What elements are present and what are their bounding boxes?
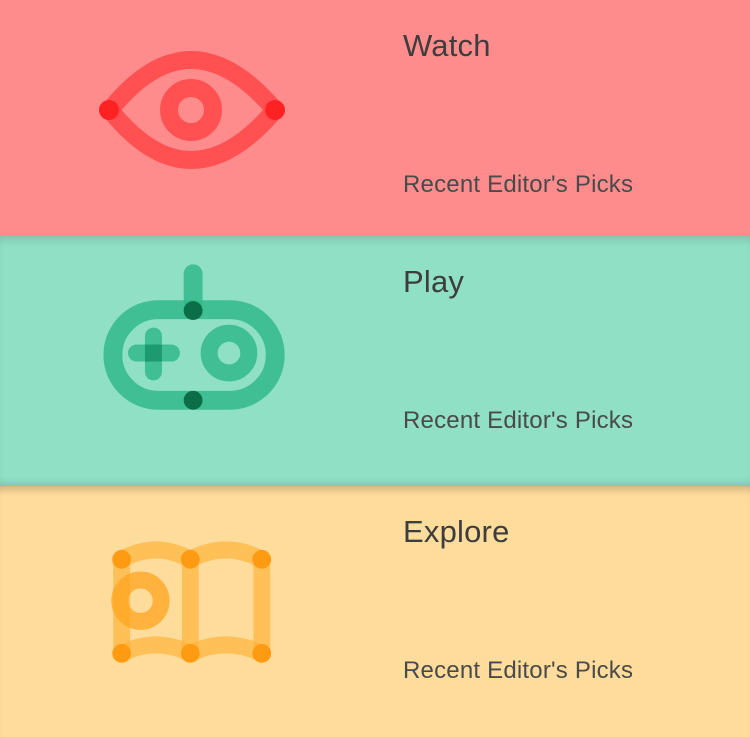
eye-icon [99, 51, 285, 169]
open-book-icon [111, 541, 272, 663]
card-title: Explore [403, 514, 510, 549]
card-subtitle: Recent Editor's Picks [403, 657, 634, 684]
card-title: Play [403, 264, 465, 299]
play-card[interactable]: Play Recent Editor's Picks [0, 236, 750, 486]
watch-card[interactable]: Watch Recent Editor's Picks [0, 0, 750, 236]
explore-card[interactable]: Explore Recent Editor's Picks [0, 486, 750, 737]
card-subtitle: Recent Editor's Picks [403, 171, 634, 198]
card-title: Watch [403, 28, 491, 63]
category-list: Watch Recent Editor's Picks Play Recent … [0, 0, 750, 737]
card-subtitle: Recent Editor's Picks [403, 407, 634, 434]
gamepad-icon [103, 264, 285, 410]
